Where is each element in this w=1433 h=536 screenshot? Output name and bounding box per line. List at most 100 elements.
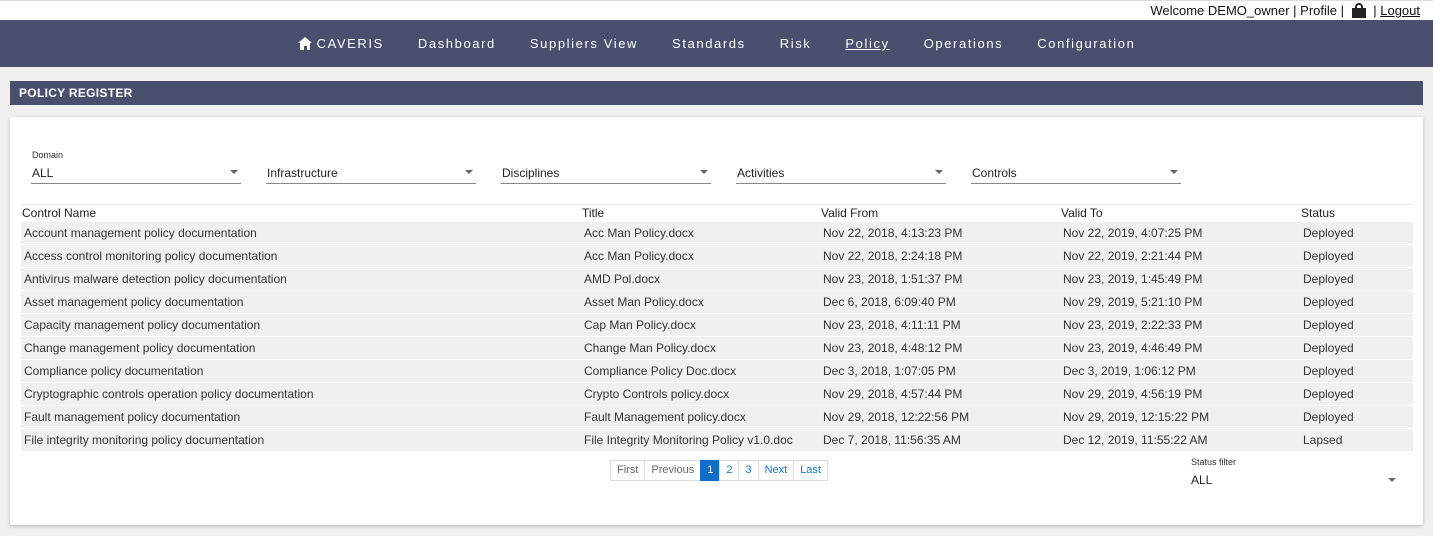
table-cell: Nov 29, 2018, 12:22:56 PM [823,410,970,424]
filter-bar: Domain ALL Infrastructure Disciplines Ac… [31,147,1206,184]
table-row[interactable]: Cryptographic controls operation policy … [21,382,1413,405]
table-row[interactable]: Fault management policy documentation Fau… [21,405,1413,428]
table-cell: Nov 29, 2019, 4:56:19 PM [1063,387,1203,401]
table-cell: Nov 23, 2019, 1:45:49 PM [1063,272,1203,286]
separator: | [1369,3,1381,18]
nav-policy[interactable]: Policy [828,36,906,51]
table-cell: Cap Man Policy.docx [584,318,696,332]
previous-page-button[interactable]: Previous [644,460,702,481]
column-header[interactable]: Control Name [21,206,581,220]
nav-label: Suppliers View [529,36,639,51]
nav-label: Policy [845,36,890,51]
table-cell: Nov 23, 2018, 4:11:11 PM [823,318,961,332]
controls-value: Controls [972,166,1017,180]
nav-risk[interactable]: Risk [763,36,829,51]
table-row[interactable]: Account management policy documentation A… [21,221,1413,244]
column-header[interactable]: Valid To [1060,206,1300,220]
table-cell: Antivirus malware detection policy docum… [24,272,287,286]
home-icon [297,37,312,50]
table-cell: Capacity management policy documentation [24,318,261,332]
infrastructure-select[interactable]: Infrastructure [266,147,476,184]
domain-label: Domain [32,150,64,160]
last-page-button[interactable]: Last [793,460,828,481]
page-1-button[interactable]: 1 [700,460,721,481]
table-cell: Nov 23, 2019, 4:46:49 PM [1063,341,1203,355]
table-row[interactable]: Capacity management policy documentation… [21,313,1413,336]
nav-home[interactable]: CAVERIS [281,36,401,51]
main-nav: CAVERIS Dashboard Suppliers View Standar… [0,20,1433,67]
table-row[interactable]: Change management policy documentation Ch… [21,336,1413,359]
nav-label: Standards [672,36,746,51]
disciplines-select[interactable]: Disciplines [501,147,711,184]
nav-configuration[interactable]: Configuration [1020,36,1152,51]
table-cell: Nov 23, 2018, 4:48:12 PM [823,341,963,355]
table-cell: Dec 3, 2019, 1:06:12 PM [1063,364,1196,378]
nav-operations[interactable]: Operations [907,36,1021,51]
top-bar: Welcome DEMO_owner | Profile | | Logout [0,0,1433,20]
domain-select[interactable]: Domain ALL [31,147,241,184]
table-cell: Nov 29, 2019, 5:21:10 PM [1063,295,1203,309]
table-cell: Compliance Policy Doc.docx [584,364,737,378]
profile-link[interactable]: Profile [1300,3,1337,18]
table-cell: Account management policy documentation [24,226,257,240]
table-cell: Deployed [1303,295,1354,309]
table-cell: Cryptographic controls operation policy … [24,387,314,401]
table-header: Control Name Title Valid From Valid To S… [21,204,1413,221]
chevron-down-icon [465,170,473,174]
chevron-down-icon [700,170,708,174]
table-cell: Deployed [1303,364,1354,378]
table-cell: Fault management policy documentation [24,410,241,424]
table-cell: Nov 22, 2018, 4:13:23 PM [823,226,963,240]
table-row[interactable]: Antivirus malware detection policy docum… [21,267,1413,290]
table-cell: Change management policy documentation [24,341,256,355]
activities-select[interactable]: Activities [736,147,946,184]
infrastructure-value: Infrastructure [267,166,338,180]
table-row[interactable]: Access control monitoring policy documen… [21,244,1413,267]
lock-icon[interactable] [1351,3,1366,18]
table-body: Account management policy documentation A… [21,221,1413,451]
page-2-button[interactable]: 2 [719,460,740,481]
logout-link[interactable]: Logout [1380,3,1420,18]
activities-value: Activities [737,166,785,180]
table-row[interactable]: Asset management policy documentation Ass… [21,290,1413,313]
chevron-down-icon [1388,478,1396,482]
policy-register-card: Domain ALL Infrastructure Disciplines Ac… [10,117,1423,525]
nav-dashboard[interactable]: Dashboard [401,36,513,51]
brand-label: CAVERIS [316,36,384,51]
status-filter-select[interactable]: Status filter ALL [1189,457,1399,491]
page-3-button[interactable]: 3 [738,460,759,481]
table-cell: Dec 6, 2018, 6:09:40 PM [823,295,956,309]
column-header[interactable]: Title [581,206,820,220]
table-cell: Asset Man Policy.docx [584,295,704,309]
table-cell: AMD Pol.docx [584,272,661,286]
table-cell: File Integrity Monitoring Policy v1.0.do… [584,433,793,447]
section-title: POLICY REGISTER [10,81,1423,105]
table-cell: Deployed [1303,272,1354,286]
table-cell: Change Man Policy.docx [584,341,716,355]
chevron-down-icon [1170,170,1178,174]
column-header[interactable]: Status [1300,206,1413,220]
table-cell: Dec 12, 2019, 11:55:22 AM [1063,433,1208,447]
column-header[interactable]: Valid From [820,206,1060,220]
table-cell: Lapsed [1303,433,1343,447]
domain-value: ALL [32,166,54,180]
table-cell: Nov 22, 2018, 2:24:18 PM [823,249,963,263]
status-filter-label: Status filter [1191,457,1237,467]
nav-standards[interactable]: Standards [655,36,763,51]
table-cell: Acc Man Policy.docx [584,226,694,240]
table-cell: Acc Man Policy.docx [584,249,694,263]
first-page-button[interactable]: First [610,460,646,481]
nav-suppliers-view[interactable]: Suppliers View [513,36,655,51]
table-row[interactable]: File integrity monitoring policy documen… [21,428,1413,451]
table-row[interactable]: Compliance policy documentation Complianc… [21,359,1413,382]
separator: | [1289,3,1301,18]
separator: | [1337,3,1348,18]
controls-select[interactable]: Controls [971,147,1181,184]
pagination: First Previous 1 2 3 Next Last [610,460,828,481]
policy-table: Control Name Title Valid From Valid To S… [21,204,1413,451]
next-page-button[interactable]: Next [757,460,795,481]
table-cell: Nov 29, 2019, 12:15:22 PM [1063,410,1210,424]
disciplines-value: Disciplines [502,166,560,180]
nav-label: Configuration [1037,36,1136,51]
table-cell: Nov 22, 2019, 4:07:25 PM [1063,226,1203,240]
